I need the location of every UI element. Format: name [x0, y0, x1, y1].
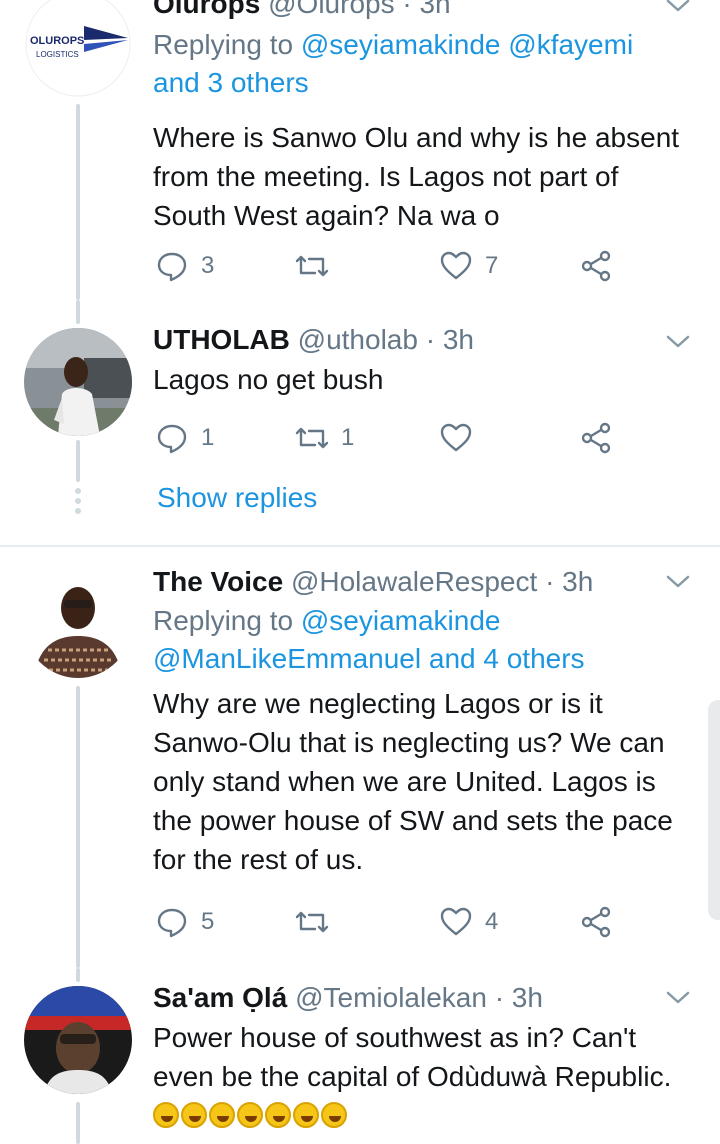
reply-button[interactable]: 1 [155, 418, 214, 458]
thread-line [76, 968, 80, 982]
utholab-avatar-photo [24, 328, 132, 436]
heart-icon [440, 251, 472, 280]
timestamp: · 3h [494, 982, 543, 1013]
handle[interactable]: @utholab [298, 324, 418, 355]
divider [0, 545, 720, 547]
tweet-text: Lagos no get bush [153, 364, 384, 395]
tweet-olurops[interactable]: OLUROPS LOGISTICS Olurops @Olurops · 3h … [0, 0, 720, 300]
thread-line [76, 104, 80, 300]
reply-icon [157, 908, 187, 938]
tweet-utholab[interactable]: UTHOLAB @utholab · 3h Lagos no get bush … [0, 300, 720, 540]
svg-text:OLUROPS: OLUROPS [30, 35, 84, 47]
share-icon [581, 250, 611, 282]
rolling-laughing-emoji [237, 1102, 263, 1128]
avatar[interactable] [24, 570, 132, 678]
reply-icon [157, 424, 187, 454]
like-count: 4 [485, 908, 499, 935]
chevron-down-icon[interactable] [664, 0, 692, 20]
share-icon [581, 422, 611, 454]
like-button[interactable] [439, 418, 473, 458]
reply-count: 1 [201, 424, 215, 451]
timestamp: · 3h [402, 0, 451, 19]
more-replies-dots [74, 488, 82, 518]
retweet-button[interactable] [295, 246, 329, 286]
tweet-text: Why are we neglecting Lagos or is it San… [153, 688, 673, 875]
like-button[interactable]: 4 [439, 902, 498, 942]
reply-mention-2[interactable]: @ManLikeEmmanuel [153, 643, 421, 674]
tweet-text: Where is Sanwo Olu and why is he absent … [153, 122, 680, 231]
thread-line [76, 1102, 80, 1144]
like-count: 7 [485, 252, 499, 279]
chevron-down-icon[interactable] [664, 984, 692, 1012]
reply-others-link[interactable]: and 3 others [153, 67, 309, 98]
reply-others-link[interactable]: and 4 others [429, 643, 585, 674]
edge-scroll-handle[interactable] [708, 700, 720, 920]
share-button[interactable] [579, 418, 613, 458]
reply-button[interactable]: 5 [155, 902, 214, 942]
retweet-icon [295, 911, 329, 933]
display-name[interactable]: The Voice [153, 566, 283, 597]
tweet-text: Power house of southwest as in? Can't ev… [153, 1022, 672, 1092]
reply-button[interactable]: 3 [155, 246, 214, 286]
reply-mention[interactable]: @seyiamakinde [301, 605, 501, 636]
the-voice-avatar-photo [24, 570, 132, 678]
display-name[interactable]: UTHOLAB [153, 324, 290, 355]
retweet-icon [295, 427, 329, 449]
retweet-button[interactable] [295, 902, 329, 942]
rolling-laughing-emoji [153, 1102, 179, 1128]
avatar[interactable] [24, 328, 132, 436]
share-button[interactable] [579, 902, 613, 942]
avatar[interactable] [24, 986, 132, 1094]
reply-icon [157, 252, 187, 282]
olurops-logo: OLUROPS LOGISTICS [25, 0, 131, 97]
chevron-down-icon[interactable] [664, 568, 692, 596]
timestamp: · 3h [545, 566, 594, 597]
handle[interactable]: @Olurops [268, 0, 394, 19]
rolling-laughing-emoji-row [153, 1100, 349, 1131]
reply-count: 5 [201, 908, 215, 935]
rolling-laughing-emoji [181, 1102, 207, 1128]
timestamp: · 3h [425, 324, 474, 355]
handle[interactable]: @HolawaleRespect [291, 566, 537, 597]
rolling-laughing-emoji [265, 1102, 291, 1128]
thread-line [76, 440, 80, 482]
chevron-down-icon[interactable] [664, 328, 692, 356]
replying-to-label: Replying to [153, 29, 294, 60]
svg-text:LOGISTICS: LOGISTICS [36, 50, 79, 59]
rolling-laughing-emoji [209, 1102, 235, 1128]
show-replies-link[interactable]: Show replies [157, 482, 317, 514]
replying-to-label: Replying to [153, 605, 294, 636]
heart-icon [440, 423, 472, 452]
rolling-laughing-emoji [321, 1102, 347, 1128]
like-button[interactable]: 7 [439, 246, 498, 286]
display-name[interactable]: Sa'am Ọlá [153, 982, 287, 1013]
thread-line [76, 300, 80, 324]
retweet-icon [295, 255, 329, 277]
retweet-count: 1 [341, 424, 355, 451]
saam-ola-avatar-photo [24, 986, 132, 1094]
reply-mentions[interactable]: @seyiamakinde @kfayemi [301, 29, 633, 60]
rolling-laughing-emoji [293, 1102, 319, 1128]
retweet-button[interactable]: 1 [295, 418, 354, 458]
heart-icon [440, 907, 472, 936]
handle[interactable]: @Temiolalekan [295, 982, 487, 1013]
display-name[interactable]: Olurops [153, 0, 260, 19]
tweet-saam-ola[interactable]: Sa'am Ọlá @Temiolalekan · 3h Power house… [0, 968, 720, 1144]
tweet-the-voice[interactable]: The Voice @HolawaleRespect · 3h Replying… [0, 548, 720, 968]
thread-line [76, 686, 80, 968]
share-icon [581, 906, 611, 938]
reply-count: 3 [201, 252, 215, 279]
share-button[interactable] [579, 246, 613, 286]
avatar[interactable]: OLUROPS LOGISTICS [24, 0, 132, 98]
